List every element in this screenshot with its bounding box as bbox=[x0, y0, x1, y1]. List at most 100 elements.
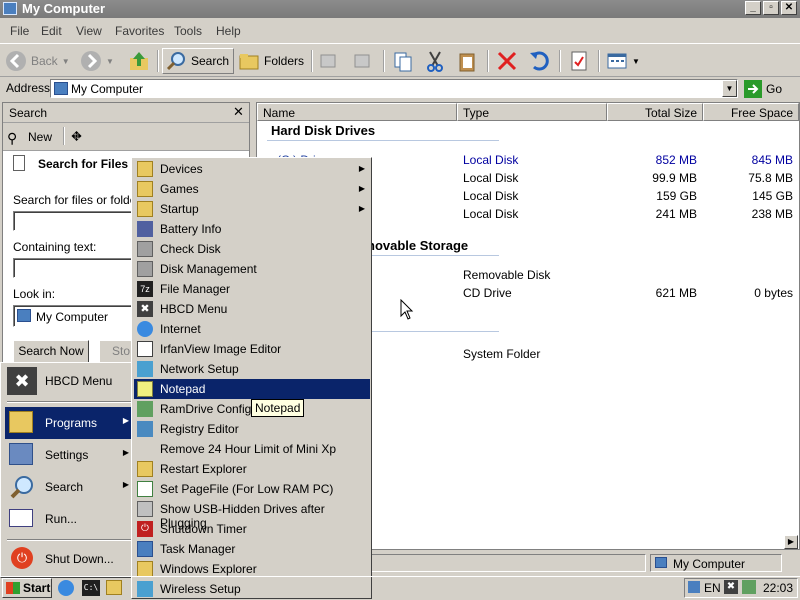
move-to-button[interactable] bbox=[318, 48, 340, 74]
row-type: CD Drive bbox=[463, 286, 512, 300]
go-button[interactable]: Go bbox=[744, 79, 796, 98]
search-options-icon[interactable]: ⛖ bbox=[71, 128, 82, 145]
paste-button[interactable] bbox=[456, 48, 478, 74]
menu-item-shutdown-timer[interactable]: ⏻ Shutdown Timer bbox=[134, 519, 370, 539]
column-free-space[interactable]: Free Space bbox=[703, 103, 799, 121]
menu-item-startup[interactable]: Startup ▶ bbox=[134, 199, 370, 219]
views-button[interactable]: ▼ bbox=[606, 48, 640, 74]
cut-button[interactable] bbox=[424, 48, 446, 74]
menu-item-registry-editor[interactable]: Registry Editor bbox=[134, 419, 370, 439]
undo-button[interactable] bbox=[528, 48, 550, 74]
clock[interactable]: 22:03 bbox=[763, 581, 793, 595]
start-button[interactable]: Start bbox=[2, 578, 52, 598]
menu-file[interactable]: File bbox=[10, 24, 29, 38]
row-total: 621 MB bbox=[655, 286, 697, 300]
column-type[interactable]: Type bbox=[457, 103, 607, 121]
maximize-button[interactable]: ▫ bbox=[763, 1, 779, 15]
power-icon: ⏻ bbox=[137, 521, 153, 537]
computer-icon bbox=[17, 309, 31, 322]
menu-item-disk-management[interactable]: Disk Management bbox=[134, 259, 370, 279]
look-in-label: Look in: bbox=[13, 287, 56, 301]
command-prompt-icon[interactable]: C:\ bbox=[82, 580, 100, 596]
network-tray-icon[interactable] bbox=[742, 580, 756, 594]
back-arrow-icon bbox=[6, 51, 26, 71]
menu-help[interactable]: Help bbox=[216, 24, 241, 38]
menu-favorites[interactable]: Favorites bbox=[115, 24, 164, 38]
title-bar[interactable]: My Computer _ ▫ ✕ bbox=[0, 0, 800, 18]
folder-icon bbox=[137, 201, 153, 217]
menu-item-games[interactable]: Games ▶ bbox=[134, 179, 370, 199]
start-label: Start bbox=[23, 581, 51, 595]
explorer-quicklaunch-icon[interactable] bbox=[106, 580, 122, 595]
start-item-label: HBCD Menu bbox=[45, 374, 113, 388]
start-item-hbcd-menu[interactable]: ✖ HBCD Menu bbox=[5, 365, 133, 397]
menu-item-battery-info[interactable]: Battery Info bbox=[134, 219, 370, 239]
copy-icon bbox=[394, 52, 412, 72]
tools-tray-icon[interactable]: ✖ bbox=[724, 580, 738, 594]
chevron-down-icon[interactable]: ▼ bbox=[722, 80, 737, 97]
row-type: Local Disk bbox=[463, 207, 519, 221]
new-search-button[interactable]: New bbox=[28, 130, 52, 144]
start-item-label: Programs bbox=[45, 416, 98, 430]
delete-button[interactable] bbox=[496, 48, 518, 74]
close-icon[interactable]: ✕ bbox=[233, 104, 244, 120]
scroll-right-button[interactable]: ▶ bbox=[784, 535, 798, 549]
language-indicator[interactable]: EN bbox=[704, 581, 721, 595]
task-manager-icon bbox=[137, 541, 153, 557]
copy-button[interactable] bbox=[392, 48, 414, 74]
menu-view[interactable]: View bbox=[76, 24, 102, 38]
delete-x-icon bbox=[497, 51, 517, 71]
start-item-settings[interactable]: Settings ▶ bbox=[5, 439, 133, 471]
start-item-search[interactable]: Search ▶ bbox=[5, 471, 133, 503]
menu-tools[interactable]: Tools bbox=[174, 24, 202, 38]
forward-button[interactable]: ▼ bbox=[80, 48, 114, 74]
row-type: Local Disk bbox=[463, 171, 519, 185]
menu-item-internet[interactable]: Internet bbox=[134, 319, 370, 339]
address-value: My Computer bbox=[71, 82, 144, 96]
system-tray: EN ✖ 22:03 bbox=[684, 578, 798, 598]
up-folder-button[interactable] bbox=[128, 48, 150, 74]
mouse-cursor-icon bbox=[400, 299, 414, 320]
menu-item-remove-24-hour-limit[interactable]: Remove 24 Hour Limit of Mini Xp bbox=[134, 439, 370, 459]
minimize-button[interactable]: _ bbox=[745, 1, 761, 15]
close-button[interactable]: ✕ bbox=[781, 1, 797, 15]
keyboard-icon[interactable] bbox=[688, 581, 700, 593]
menu-item-notepad[interactable]: Notepad bbox=[134, 379, 370, 399]
menu-item-devices[interactable]: Devices ▶ bbox=[134, 159, 370, 179]
start-item-shut-down[interactable]: ⏻ Shut Down... bbox=[5, 543, 133, 575]
menu-item-network-setup[interactable]: Network Setup bbox=[134, 359, 370, 379]
menu-item-set-pagefile[interactable]: Set PageFile (For Low RAM PC) bbox=[134, 479, 370, 499]
document-search-icon bbox=[13, 155, 25, 171]
folders-button[interactable]: Folders bbox=[238, 48, 304, 74]
menu-item-show-usb-hidden-drives[interactable]: Show USB-Hidden Drives after Plugging bbox=[134, 499, 370, 530]
internet-quicklaunch-icon[interactable] bbox=[58, 580, 74, 596]
tools-icon: ✖ bbox=[137, 301, 153, 317]
chevron-right-icon: ▶ bbox=[122, 416, 129, 425]
properties-button[interactable] bbox=[568, 48, 590, 74]
address-input[interactable]: My Computer ▼ bbox=[50, 79, 738, 98]
start-item-run[interactable]: Run... bbox=[5, 503, 133, 535]
menu-item-task-manager[interactable]: Task Manager bbox=[134, 539, 370, 559]
copy-to-button[interactable] bbox=[350, 48, 372, 74]
menu-item-hbcd-menu[interactable]: ✖ HBCD Menu bbox=[134, 299, 370, 319]
search-pane-toolbar: ⚲ New ⛖ bbox=[3, 123, 249, 151]
status-location: My Computer bbox=[650, 554, 782, 572]
row-free: 75.8 MB bbox=[748, 171, 793, 185]
start-item-programs[interactable]: Programs ▶ bbox=[5, 407, 133, 439]
menu-edit[interactable]: Edit bbox=[41, 24, 62, 38]
browser-icon bbox=[137, 321, 153, 337]
views-icon bbox=[607, 53, 627, 69]
search-button[interactable]: Search bbox=[162, 48, 234, 74]
menu-item-restart-explorer[interactable]: Restart Explorer bbox=[134, 459, 370, 479]
back-button[interactable]: Back ▼ bbox=[5, 48, 70, 74]
menu-item-file-manager[interactable]: 7z File Manager bbox=[134, 279, 370, 299]
column-name[interactable]: Name bbox=[257, 103, 457, 121]
move-to-icon bbox=[320, 54, 336, 68]
folder-icon bbox=[137, 181, 153, 197]
search-now-button[interactable]: Search Now bbox=[13, 340, 89, 364]
row-type: Local Disk bbox=[463, 153, 519, 167]
column-total-size[interactable]: Total Size bbox=[607, 103, 703, 121]
menu-item-check-disk[interactable]: Check Disk bbox=[134, 239, 370, 259]
disk-icon bbox=[137, 241, 153, 257]
menu-item-irfanview[interactable]: IrfanView Image Editor bbox=[134, 339, 370, 359]
